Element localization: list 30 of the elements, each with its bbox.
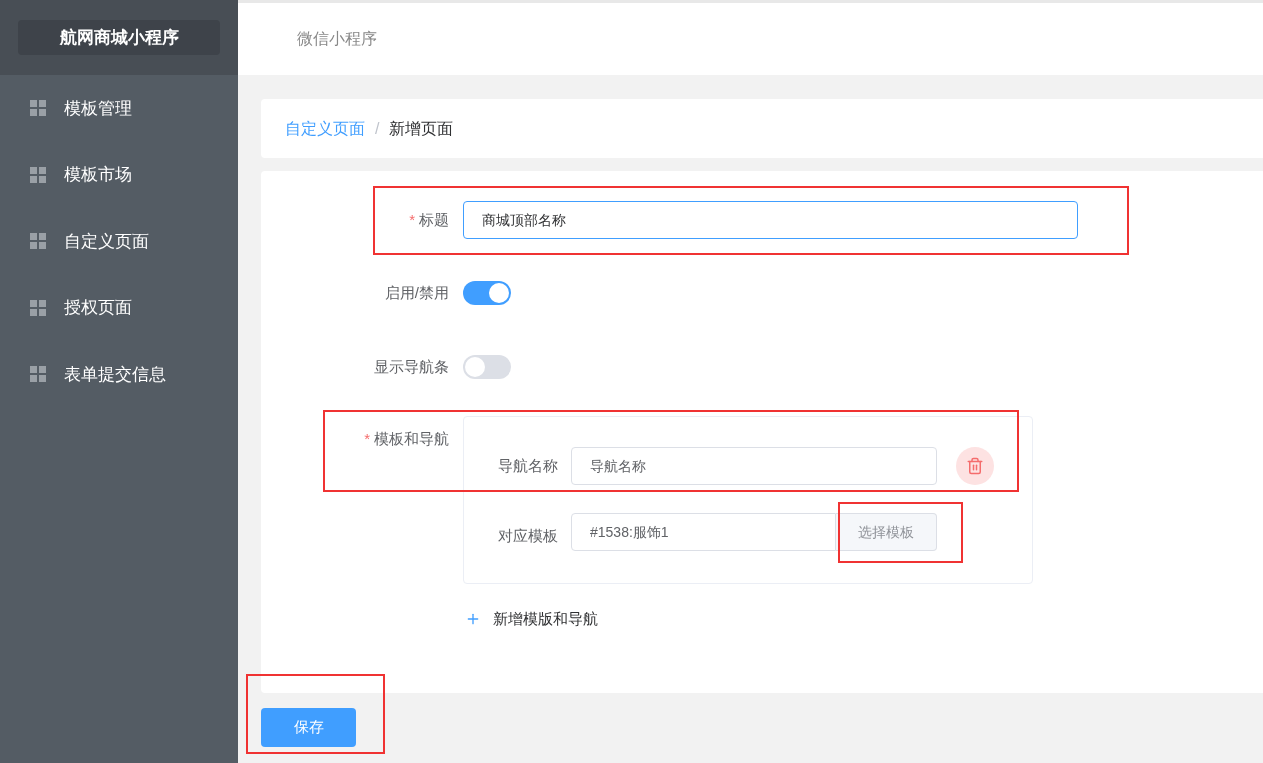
sidebar-item[interactable]: 模板管理 [0, 75, 238, 142]
app-title: 航网商城小程序 [18, 20, 220, 55]
breadcrumb-separator: / [375, 118, 380, 139]
toggle-switch[interactable] [463, 355, 511, 379]
field-label: 启用/禁用 [384, 283, 449, 301]
top-bar-title: 微信小程序 [297, 29, 377, 49]
add-template-link[interactable]: 新增模版和导航 [493, 608, 598, 631]
grid-icon [30, 100, 46, 117]
grid-icon [30, 166, 46, 183]
breadcrumb-current: 新增页面 [389, 118, 454, 139]
sidebar-item[interactable]: 模板市场 [0, 141, 238, 208]
field-label: 导航名称 [497, 455, 559, 476]
grid-icon [30, 299, 46, 316]
title-input[interactable]: 商城顶部名称 [463, 201, 1078, 239]
sidebar-item[interactable]: 授权页面 [0, 274, 238, 341]
sidebar-item[interactable]: 自定义页面 [0, 208, 238, 275]
delete-button[interactable] [956, 447, 994, 485]
grid-icon [30, 366, 46, 383]
sidebar-item[interactable]: 表单提交信息 [0, 341, 238, 408]
field-label: 模板和导航 [374, 430, 449, 447]
toggle-switch[interactable] [463, 281, 511, 305]
grid-icon [30, 233, 46, 250]
field-label: 对应模板 [497, 525, 559, 546]
template-input[interactable]: #1538:服饰1 [571, 513, 836, 551]
field-label: 显示导航条 [374, 357, 449, 375]
trash-icon [966, 457, 984, 475]
field-label: 标题 [419, 210, 449, 228]
nav-name-input[interactable]: 导航名称 [571, 447, 937, 485]
required-asterisk: * [409, 210, 415, 228]
required-asterisk: * [364, 430, 370, 447]
